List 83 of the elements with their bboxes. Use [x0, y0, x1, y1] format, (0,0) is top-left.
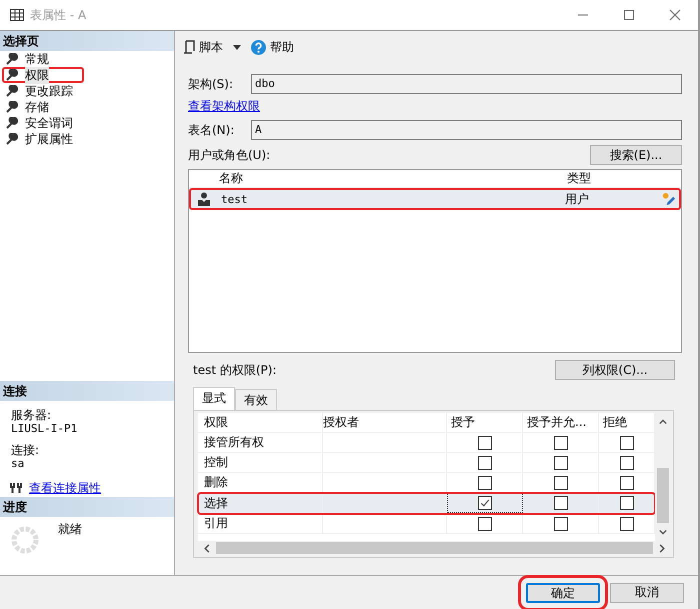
vertical-scrollbar[interactable] [655, 413, 671, 541]
checkbox[interactable] [620, 456, 634, 470]
checkbox[interactable] [554, 496, 568, 510]
column-header: 名称 [218, 170, 244, 187]
wrench-icon [6, 69, 18, 81]
permission-name: 引用 [198, 514, 323, 533]
users-label: 用户或角色(U): [188, 146, 270, 164]
section-header: 选择页 [0, 31, 174, 51]
column-permissions-button[interactable]: 列权限(C)... [555, 360, 675, 380]
scroll-right-icon[interactable] [659, 544, 665, 552]
server-label: 服务器: [11, 408, 52, 422]
spinner-icon [10, 524, 40, 555]
checkbox[interactable] [478, 436, 492, 450]
table-name-field[interactable]: A [251, 120, 682, 140]
window-title: 表属性 - A [30, 6, 86, 24]
script-icon [183, 40, 195, 54]
column-header: 权限 [198, 413, 323, 432]
scroll-left-icon[interactable] [204, 544, 210, 552]
section-header: 进度 [0, 496, 174, 517]
sidebar-item[interactable]: 权限 [2, 67, 84, 83]
tab[interactable]: 有效 [235, 389, 277, 410]
permissions-label: test 的权限(P): [193, 362, 277, 378]
column-header: 授予 [447, 413, 523, 432]
wrench-icon [6, 101, 18, 113]
checkbox[interactable] [478, 456, 492, 470]
dropdown-arrow-icon[interactable] [233, 44, 241, 50]
server-value: LIUSL-I-P1 [11, 422, 78, 435]
wrench-icon [6, 133, 18, 145]
permission-row[interactable]: 控制 [198, 453, 655, 473]
schema-label: 架构(S): [188, 76, 234, 92]
table-icon [10, 9, 24, 21]
column-header: 授权者 [323, 413, 447, 432]
connection-label: 连接: [11, 444, 40, 457]
sidebar-item[interactable]: 扩展属性 [2, 131, 84, 147]
sidebar-item[interactable]: 常规 [2, 51, 84, 67]
maximize-button[interactable] [623, 9, 635, 21]
wrench-icon [6, 53, 18, 65]
script-button[interactable]: 脚本 [199, 38, 223, 56]
wrench-icon [6, 85, 18, 97]
column-header: 类型 [567, 170, 592, 187]
checkbox[interactable] [554, 436, 568, 450]
schema-permissions-link[interactable]: 查看架构权限 [188, 98, 260, 115]
section-header: 连接 [0, 380, 174, 401]
permission-row[interactable]: 引用 [198, 514, 655, 534]
help-button[interactable]: 帮助 [270, 38, 294, 56]
permission-row[interactable]: 选择 [198, 493, 655, 514]
checkbox[interactable] [620, 436, 634, 450]
checkbox[interactable] [554, 516, 568, 530]
checkbox[interactable] [620, 476, 634, 490]
permission-name: 控制 [198, 453, 323, 472]
scroll-down-icon[interactable] [659, 529, 667, 535]
wrench-icon [6, 117, 18, 129]
checkbox[interactable] [478, 516, 492, 530]
permission-row[interactable]: 接管所有权 [198, 433, 655, 453]
checkbox[interactable] [478, 476, 492, 490]
tab[interactable]: 显式 [193, 387, 235, 410]
schema-field[interactable]: dbo [251, 74, 682, 94]
sidebar-item[interactable]: 存储 [2, 99, 84, 115]
connection-value: sa [11, 456, 26, 470]
edit-icon[interactable] [660, 192, 676, 206]
connection-properties-link[interactable]: 查看连接属性 [29, 480, 101, 497]
sidebar-item[interactable]: 安全谓词 [2, 115, 84, 131]
plug-icon [9, 482, 23, 494]
permission-name: 选择 [198, 493, 323, 513]
progress-status: 就绪 [58, 520, 82, 538]
sidebar-item[interactable]: 更改跟踪 [2, 83, 84, 99]
checkbox[interactable] [620, 516, 634, 530]
search-button[interactable]: 搜索(E)... [590, 145, 682, 165]
checkbox[interactable] [554, 476, 568, 490]
user-row[interactable]: test 用户 [189, 188, 681, 210]
close-button[interactable] [669, 9, 681, 21]
checkbox[interactable] [554, 456, 568, 470]
scroll-up-icon[interactable] [659, 419, 667, 425]
column-header: 授予并允... [523, 413, 599, 432]
user-type: 用户 [565, 190, 590, 208]
table-name-label: 表名(N): [188, 122, 236, 138]
user-icon [198, 192, 210, 206]
help-icon [251, 40, 266, 54]
dialog-button[interactable]: 取消 [610, 582, 684, 602]
user-name: test [220, 192, 248, 206]
checkbox[interactable] [620, 496, 634, 510]
permission-name: 接管所有权 [198, 433, 323, 452]
checkbox[interactable] [478, 496, 492, 510]
